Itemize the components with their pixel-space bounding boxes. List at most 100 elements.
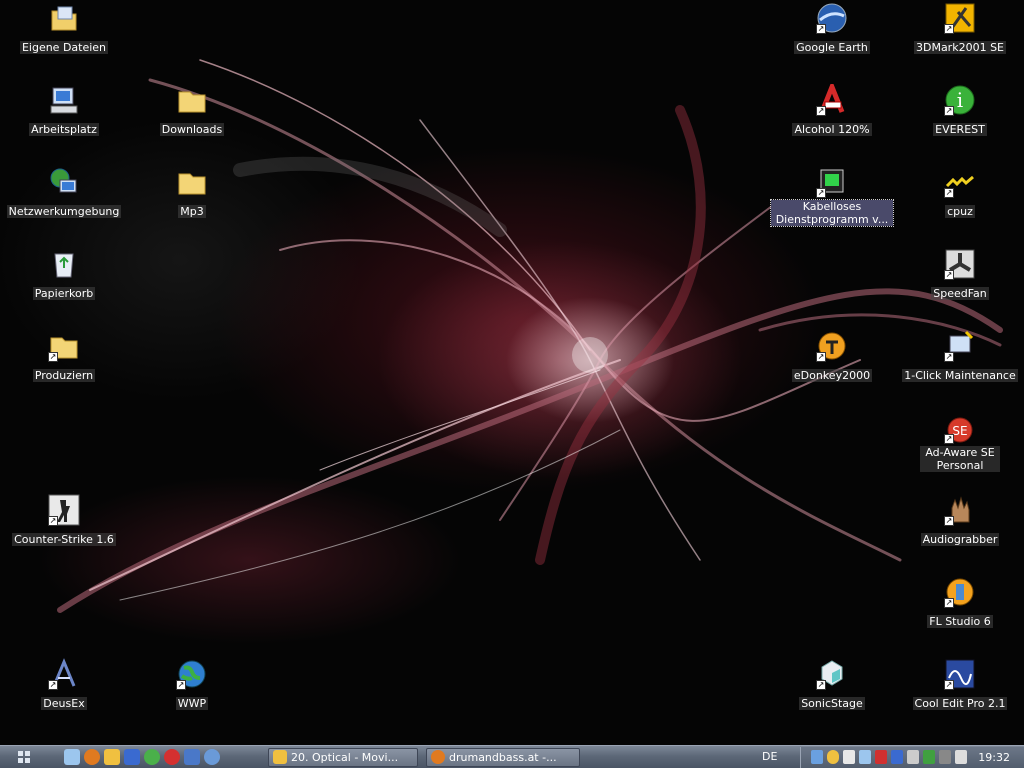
- icon-label: DeusEx: [41, 697, 87, 710]
- desktop-icon-produziern[interactable]: ↗ Produziern: [0, 330, 128, 383]
- shortcut-arrow-icon: ↗: [944, 434, 954, 444]
- desktop-icon-everest[interactable]: i ↗ EVEREST: [896, 84, 1024, 137]
- firefox-icon[interactable]: [84, 749, 100, 765]
- start-grid-icon: [17, 750, 31, 764]
- desktop-icon-1-click-maintenance[interactable]: ↗ 1-Click Maintenance: [896, 330, 1024, 383]
- taskbar-button-optical[interactable]: 20. Optical - Movi...: [268, 748, 418, 767]
- volume-tray-icon[interactable]: [843, 750, 855, 764]
- taskbar-button-drumandbass[interactable]: drumandbass.at -...: [426, 748, 580, 767]
- icon-label: Downloads: [159, 123, 225, 136]
- info-icon: i ↗: [944, 84, 976, 116]
- desktop-icon-alcohol[interactable]: ↗ Alcohol 120%: [768, 80, 896, 137]
- folder-shortcut-icon: ↗: [48, 330, 80, 362]
- shortcut-arrow-icon: ↗: [48, 516, 58, 526]
- icon-label: 3DMark2001 SE: [913, 41, 1007, 54]
- cpuz-icon: ↗: [944, 166, 976, 198]
- icon-label: Alcohol 120%: [792, 123, 872, 136]
- audiograbber-hand-icon: ↗: [944, 494, 976, 526]
- icon-label: Netzwerkumgebung: [6, 205, 122, 218]
- msn-icon[interactable]: [204, 749, 220, 765]
- desktop-icon-audiograbber[interactable]: ↗ Audiograbber: [896, 494, 1024, 547]
- monitor-tray-icon[interactable]: [859, 750, 871, 764]
- desktop-icon-edonkey[interactable]: ↗ eDonkey2000: [768, 330, 896, 383]
- speedfan-tray-icon[interactable]: [923, 750, 935, 764]
- show-desktop-icon[interactable]: [64, 749, 80, 765]
- safely-remove-tray-icon[interactable]: [955, 750, 967, 764]
- system-tray: 19:32: [800, 747, 1024, 768]
- shortcut-arrow-icon: ↗: [944, 598, 954, 608]
- globe-tray-icon[interactable]: [827, 750, 839, 764]
- firefox-icon: [431, 750, 445, 764]
- icon-label: Arbeitsplatz: [29, 123, 99, 136]
- icon-label: Mp3: [178, 205, 206, 218]
- shortcut-arrow-icon: ↗: [48, 680, 58, 690]
- desktop-icon-arbeitsplatz[interactable]: Arbeitsplatz: [0, 84, 128, 137]
- bluetooth-tray-icon[interactable]: [891, 750, 903, 764]
- desktop-icon-3dmark[interactable]: ↗ 3DMark2001 SE: [896, 2, 1024, 55]
- network-globe-icon: [48, 166, 80, 198]
- icon-label: cpuz: [945, 205, 975, 218]
- shortcut-arrow-icon: ↗: [944, 24, 954, 34]
- desktop-icon-google-earth[interactable]: ↗ Google Earth: [768, 2, 896, 55]
- icon-label: eDonkey2000: [791, 369, 873, 382]
- desktop-icon-netzwerkumgebung[interactable]: Netzwerkumgebung: [0, 166, 128, 219]
- desktop-icon-mp3[interactable]: Mp3: [128, 166, 256, 219]
- my-computer-icon: [48, 84, 80, 116]
- icon-label: FL Studio 6: [927, 615, 993, 628]
- icon-label: Kabelloses Dienstprogramm v...: [770, 199, 894, 227]
- icon-label: Cool Edit Pro 2.1: [912, 697, 1008, 710]
- antivirus-tray-icon[interactable]: [875, 750, 887, 764]
- desktop-icon-cpuz[interactable]: ↗ cpuz: [896, 166, 1024, 219]
- shortcut-arrow-icon: ↗: [944, 106, 954, 116]
- icq-flower-icon[interactable]: [144, 749, 160, 765]
- icon-label: Eigene Dateien: [19, 41, 109, 54]
- my-documents-icon: [48, 2, 80, 34]
- desktop-icon-deusex[interactable]: ↗ DeusEx: [0, 658, 128, 711]
- icon-label: Counter-Strike 1.6: [12, 533, 116, 546]
- skype-icon[interactable]: [164, 749, 180, 765]
- icon-label: Audiograbber: [920, 533, 1000, 546]
- plane-icon[interactable]: [124, 749, 140, 765]
- desktop-icon-kabelloses[interactable]: ↗ Kabelloses Dienstprogramm v...: [768, 166, 896, 227]
- desktop-icon-speedfan[interactable]: ↗ SpeedFan: [896, 248, 1024, 301]
- maintenance-icon: ↗: [944, 330, 976, 362]
- icon-label: SonicStage: [799, 697, 865, 710]
- desktop-icon-wwp[interactable]: ↗ WWP: [128, 658, 256, 711]
- task-label: drumandbass.at -...: [449, 751, 557, 764]
- folder-icon: [176, 166, 208, 198]
- clock[interactable]: 19:32: [978, 751, 1010, 764]
- language-indicator[interactable]: DE: [762, 750, 777, 763]
- deusex-icon: ↗: [48, 658, 80, 690]
- icon-label: Papierkorb: [32, 287, 96, 300]
- icon-label: Ad-Aware SE Personal: [920, 446, 1000, 472]
- start-button[interactable]: [4, 748, 44, 766]
- winamp-icon[interactable]: [104, 749, 120, 765]
- network-tray-icon[interactable]: [811, 750, 823, 764]
- taskbar: 20. Optical - Movi... drumandbass.at -..…: [0, 745, 1024, 768]
- keyboard-tray-icon[interactable]: [907, 750, 919, 764]
- shortcut-arrow-icon: ↗: [48, 352, 58, 362]
- shortcut-arrow-icon: ↗: [176, 680, 186, 690]
- desktop-icon-downloads[interactable]: Downloads: [128, 84, 256, 137]
- icon-label: Google Earth: [794, 41, 870, 54]
- icon-label: EVEREST: [933, 123, 987, 136]
- usb-tray-icon[interactable]: [939, 750, 951, 764]
- wireless-utility-icon: ↗: [816, 166, 848, 198]
- desktop-icon-papierkorb[interactable]: Papierkorb: [0, 248, 128, 301]
- svg-text:i: i: [957, 88, 963, 112]
- cool-edit-icon: ↗: [944, 658, 976, 690]
- desktop-icon-sonicstage[interactable]: ↗ SonicStage: [768, 658, 896, 711]
- fl-studio-icon: ↗: [944, 576, 976, 608]
- desktop-icon-cool-edit[interactable]: ↗ Cool Edit Pro 2.1: [896, 658, 1024, 711]
- messenger-icon[interactable]: [184, 749, 200, 765]
- edonkey-icon: ↗: [816, 330, 848, 362]
- desktop-icon-fl-studio[interactable]: ↗ FL Studio 6: [896, 576, 1024, 629]
- desktop-icon-eigene-dateien[interactable]: Eigene Dateien: [0, 2, 128, 55]
- shortcut-arrow-icon: ↗: [944, 680, 954, 690]
- icon-label: SpeedFan: [931, 287, 989, 300]
- shortcut-arrow-icon: ↗: [816, 680, 826, 690]
- counter-strike-icon: ↗: [48, 494, 80, 526]
- desktop-icon-counter-strike[interactable]: ↗ Counter-Strike 1.6: [0, 494, 128, 547]
- shortcut-arrow-icon: ↗: [816, 24, 826, 34]
- desktop-icon-ad-aware[interactable]: SE ↗ Ad-Aware SE Personal: [896, 412, 1024, 473]
